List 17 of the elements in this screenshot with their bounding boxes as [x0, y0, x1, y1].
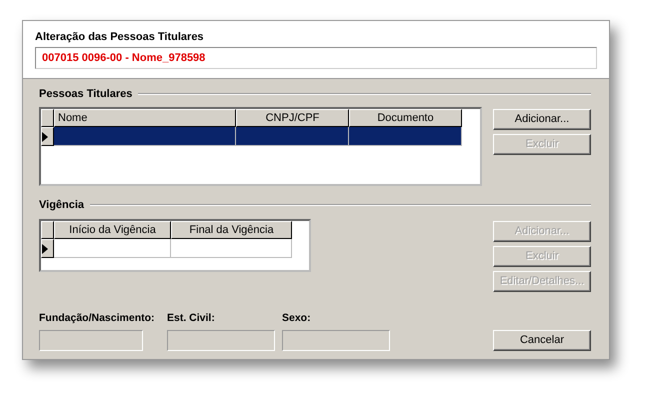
action-button[interactable]: Cancelar	[493, 330, 591, 350]
input-field[interactable]	[167, 330, 275, 350]
input-field[interactable]	[39, 330, 143, 350]
action-button[interactable]: Adicionar...	[493, 109, 591, 130]
field-label: Est. Civil:	[167, 311, 215, 325]
column-header[interactable]: Nome	[54, 109, 236, 127]
window-title: Alteração das Pessoas Titulares	[35, 31, 205, 44]
record-field: 007015 0096-00 - Nome_978598	[35, 47, 597, 69]
section-title: Vigência	[39, 198, 84, 213]
field-label: Sexo:	[282, 311, 311, 325]
column-header[interactable]: CNPJ/CPF	[236, 109, 349, 127]
section-title: Pessoas Titulares	[39, 86, 132, 102]
column-header[interactable]: Início da Vigência	[54, 221, 171, 239]
column-header[interactable]: Documento	[349, 109, 462, 127]
field-label: Fundação/Nascimento:	[39, 311, 155, 325]
column-header[interactable]: Final da Vigência	[171, 221, 292, 239]
input-field[interactable]	[282, 330, 390, 350]
